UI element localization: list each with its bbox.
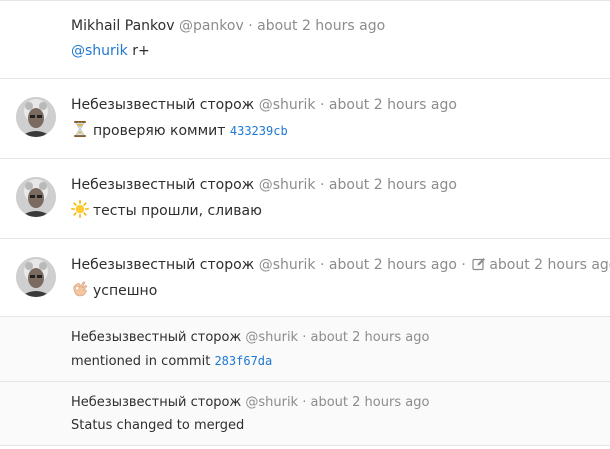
note-header: Небезызвестный сторож @shurik · about 2 … xyxy=(71,176,457,194)
note-header: Небезызвестный сторож @shurik · about 2 … xyxy=(71,394,429,412)
hourglass-icon xyxy=(71,120,89,138)
note-time[interactable]: about 2 hours ago xyxy=(329,97,457,113)
sunny-icon xyxy=(71,200,90,219)
note-username[interactable]: @shurik xyxy=(259,257,316,273)
note-text: проверяю коммит xyxy=(93,123,230,139)
note-username[interactable]: @shurik xyxy=(259,97,316,113)
note-header: Небезызвестный сторож @shurik · about 2 … xyxy=(71,256,610,274)
commit-link[interactable]: 283f67da xyxy=(214,354,272,368)
note-username[interactable]: @shurik xyxy=(259,177,316,193)
note: Mikhail Pankov @pankov · about 2 hours a… xyxy=(0,0,610,79)
note-header: Mikhail Pankov @pankov · about 2 hours a… xyxy=(71,17,385,35)
separator: · xyxy=(298,330,311,345)
note-time[interactable]: about 2 hours ago xyxy=(329,257,457,273)
note-author[interactable]: Небезызвестный сторож xyxy=(71,330,241,345)
system-note: Небезызвестный сторож @shurik · about 2 … xyxy=(0,382,610,446)
avatar[interactable] xyxy=(16,257,56,297)
user-mention-link[interactable]: @shurik xyxy=(71,43,128,59)
note: Небезызвестный сторож @shurik · about 2 … xyxy=(0,79,610,159)
note-time[interactable]: about 2 hours ago xyxy=(311,330,430,345)
note-author[interactable]: Небезызвестный сторож xyxy=(71,395,241,410)
avatar[interactable] xyxy=(16,177,56,217)
note: Небезызвестный сторож @shurik · about 2 … xyxy=(0,239,610,317)
separator: · xyxy=(298,395,311,410)
system-note: Небезызвестный сторож @shurik · about 2 … xyxy=(0,317,610,382)
note-username[interactable]: @pankov xyxy=(179,18,244,34)
note-author[interactable]: Небезызвестный сторож xyxy=(71,177,254,193)
separator: · xyxy=(243,18,258,34)
separator: · xyxy=(315,177,329,193)
note-text: Status changed to merged xyxy=(71,418,245,433)
avatar[interactable] xyxy=(16,97,56,137)
note-body: @shurik r+ xyxy=(71,41,150,61)
separator: · xyxy=(456,257,471,273)
note-text: r+ xyxy=(127,43,150,59)
note-body: тесты прошли, сливаю xyxy=(71,200,262,221)
note-text: успешно xyxy=(93,283,158,299)
note-time[interactable]: about 2 hours ago xyxy=(257,18,385,34)
note-author[interactable]: Небезызвестный сторож xyxy=(71,97,254,113)
separator: · xyxy=(315,257,329,273)
note-body: проверяю коммит 433239cb xyxy=(71,120,288,141)
note-time[interactable]: about 2 hours ago xyxy=(311,395,430,410)
edited-time[interactable]: about 2 hours ago xyxy=(489,257,610,273)
note-body: успешно xyxy=(71,280,157,301)
note-author[interactable]: Небезызвестный сторож xyxy=(71,257,254,273)
note-username[interactable]: @shurik xyxy=(245,330,298,345)
note-time[interactable]: about 2 hours ago xyxy=(329,177,457,193)
note-text: тесты прошли, сливаю xyxy=(93,203,262,219)
note-body: mentioned in commit 283f67da xyxy=(71,351,272,372)
notes-timeline: Mikhail Pankov @pankov · about 2 hours a… xyxy=(0,0,610,449)
edit-icon xyxy=(472,257,486,271)
note-author[interactable]: Mikhail Pankov xyxy=(71,18,174,34)
commit-link[interactable]: 433239cb xyxy=(230,124,288,138)
note-text: mentioned in commit xyxy=(71,354,215,369)
note-header: Небезызвестный сторож @shurik · about 2 … xyxy=(71,96,457,114)
separator: · xyxy=(315,97,329,113)
note: Небезызвестный сторож @shurik · about 2 … xyxy=(0,159,610,239)
note-body: Status changed to merged xyxy=(71,416,244,436)
ok-hand-icon xyxy=(71,280,89,298)
note-username[interactable]: @shurik xyxy=(245,395,298,410)
note-header: Небезызвестный сторож @shurik · about 2 … xyxy=(71,329,429,347)
